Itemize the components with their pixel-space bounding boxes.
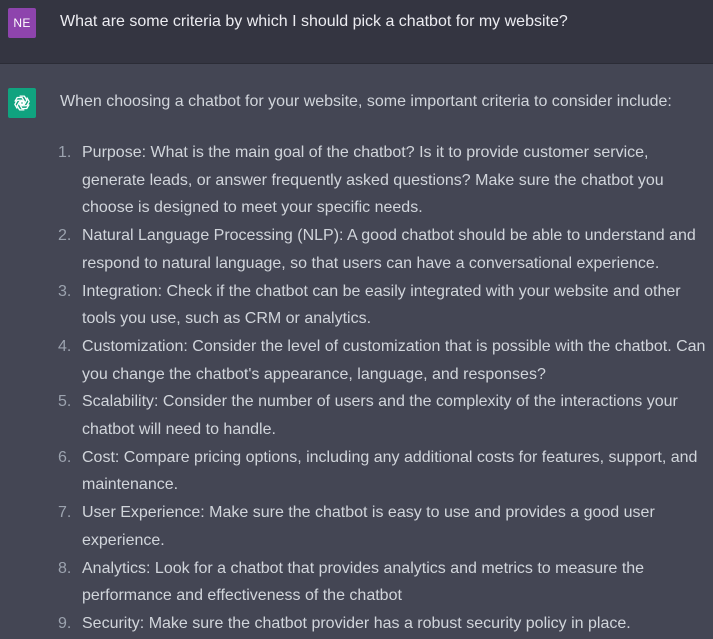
list-number: 7. (58, 504, 72, 522)
user-avatar: NE (8, 8, 36, 38)
criteria-list: 1. Purpose: What is the main goal of the… (58, 139, 710, 638)
list-number: 8. (58, 559, 72, 577)
user-message-text: What are some criteria by which I should… (60, 13, 568, 30)
list-item-text: Security: Make sure the chatbot provider… (82, 614, 631, 632)
list-item-text: Natural Language Processing (NLP): A goo… (82, 227, 696, 272)
list-number: 4. (58, 337, 72, 355)
criteria-item-analytics: 8. Analytics: Look for a chatbot that pr… (58, 555, 710, 610)
criteria-item-cost: 6. Cost: Compare pricing options, includ… (58, 444, 710, 499)
criteria-item-nlp: 2. Natural Language Processing (NLP): A … (58, 222, 710, 277)
list-item-text: Cost: Compare pricing options, including… (82, 448, 698, 494)
list-item-text: Customization: Consider the level of cus… (82, 337, 706, 383)
list-number: 1. (58, 144, 72, 161)
criteria-item-scalability: 5. Scalability: Consider the number of u… (58, 388, 710, 443)
list-number: 9. (58, 614, 72, 632)
list-number: 2. (58, 227, 72, 245)
list-number: 5. (58, 393, 72, 411)
criteria-item-integration: 3. Integration: Check if the chatbot can… (58, 278, 710, 333)
assistant-message-row: When choosing a chatbot for your website… (0, 64, 713, 639)
list-item-text: User Experience: Make sure the chatbot i… (82, 504, 655, 549)
criteria-item-purpose: 1. Purpose: What is the main goal of the… (58, 139, 710, 222)
assistant-avatar (8, 88, 36, 118)
list-number: 6. (58, 448, 72, 466)
list-item-text: Scalability: Consider the number of user… (82, 393, 678, 439)
list-item-text: Purpose: What is the main goal of the ch… (82, 144, 664, 217)
criteria-item-security: 9. Security: Make sure the chatbot provi… (58, 610, 710, 638)
criteria-item-customization: 4. Customization: Consider the level of … (58, 333, 710, 388)
openai-logo-icon (14, 95, 30, 111)
list-number: 3. (58, 282, 72, 300)
assistant-intro-text: When choosing a chatbot for your website… (60, 93, 672, 110)
list-item-text: Integration: Check if the chatbot can be… (82, 282, 681, 328)
criteria-item-user-experience: 7. User Experience: Make sure the chatbo… (58, 499, 710, 554)
user-message-row: NE What are some criteria by which I sho… (0, 0, 713, 64)
list-item-text: Analytics: Look for a chatbot that provi… (82, 559, 645, 605)
